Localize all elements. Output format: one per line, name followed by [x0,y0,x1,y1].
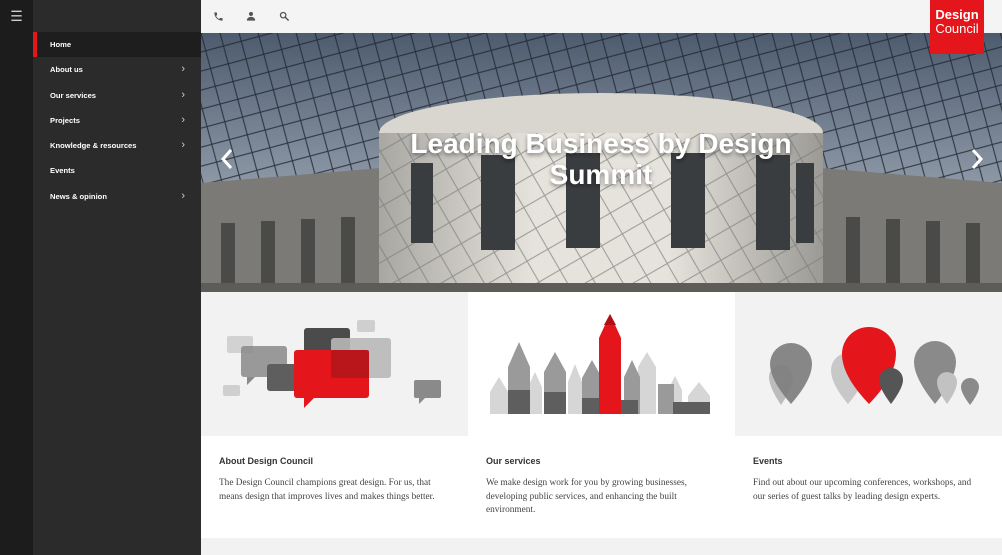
card-description: We make design work for you by growing b… [486,478,687,515]
hamburger-icon[interactable]: ☰ [0,6,33,26]
hero-carousel: Leading Business by Design Summit [201,33,1002,292]
card-illustration [201,292,468,436]
chevron-left-icon [220,149,233,169]
chevron-right-icon [971,149,984,169]
card-body: About Design Council The Design Council … [201,436,468,538]
left-rail: ☰ [0,0,33,555]
logo-line-2: Council [935,20,979,36]
sidebar-menu: Home About us › Our services › Projects … [33,32,201,209]
sidebar-item-about-us[interactable]: About us › [33,57,201,82]
sidebar-item-label: News & opinion [50,191,107,201]
card-illustration [735,292,1002,436]
search-icon[interactable] [276,8,292,24]
carousel-next-button[interactable] [966,147,988,175]
card-illustration [468,292,735,436]
chevron-right-icon: › [181,139,185,152]
card-about-design-council[interactable]: About Design Council The Design Council … [201,292,468,538]
sidebar-item-label: Home [50,40,72,49]
card-title[interactable]: Events [753,456,984,466]
card-title[interactable]: Our services [486,456,717,466]
sidebar-nav: Home About us › Our services › Projects … [33,0,201,555]
chevron-right-icon: › [181,88,185,101]
sidebar-item-label: About us [50,65,83,75]
speech-bubbles-icon [223,320,441,408]
design-council-logo[interactable]: Design Council [930,0,984,54]
logo-line-1: Design [935,7,979,22]
card-title[interactable]: About Design Council [219,456,450,466]
map-pins-icon [769,327,979,405]
phone-icon[interactable] [210,8,226,24]
hero-title[interactable]: Leading Business by Design Summit [361,128,841,190]
card-description: Find out about our upcoming conferences,… [753,478,972,502]
feature-cards: About Design Council The Design Council … [201,292,1002,538]
chevron-right-icon: › [181,189,185,202]
chevron-right-icon: › [181,63,185,76]
sidebar-item-label: Projects [50,115,80,125]
carousel-prev-button[interactable] [216,147,238,175]
sidebar-item-label: Our services [50,90,97,100]
pencil-skyline-icon [490,314,710,414]
sidebar-item-projects[interactable]: Projects › [33,108,201,133]
sidebar-item-news-opinion[interactable]: News & opinion › [33,184,201,209]
chevron-right-icon: › [181,113,185,126]
sidebar-item-home[interactable]: Home [33,32,201,58]
sidebar-item-events[interactable]: Events [33,158,201,183]
sidebar-item-label: Events [50,166,75,176]
card-events[interactable]: Events Find out about our upcoming confe… [735,292,1002,538]
card-body: Events Find out about our upcoming confe… [735,436,1002,538]
user-icon[interactable] [243,8,259,24]
sidebar-item-label: Knowledge & resources [50,141,137,151]
sidebar-item-knowledge-resources[interactable]: Knowledge & resources › [33,133,201,158]
card-body: Our services We make design work for you… [468,436,735,538]
top-bar [201,0,1002,33]
sidebar-item-our-services[interactable]: Our services › [33,83,201,108]
card-description: The Design Council champions great desig… [219,478,435,502]
card-our-services[interactable]: Our services We make design work for you… [468,292,735,538]
